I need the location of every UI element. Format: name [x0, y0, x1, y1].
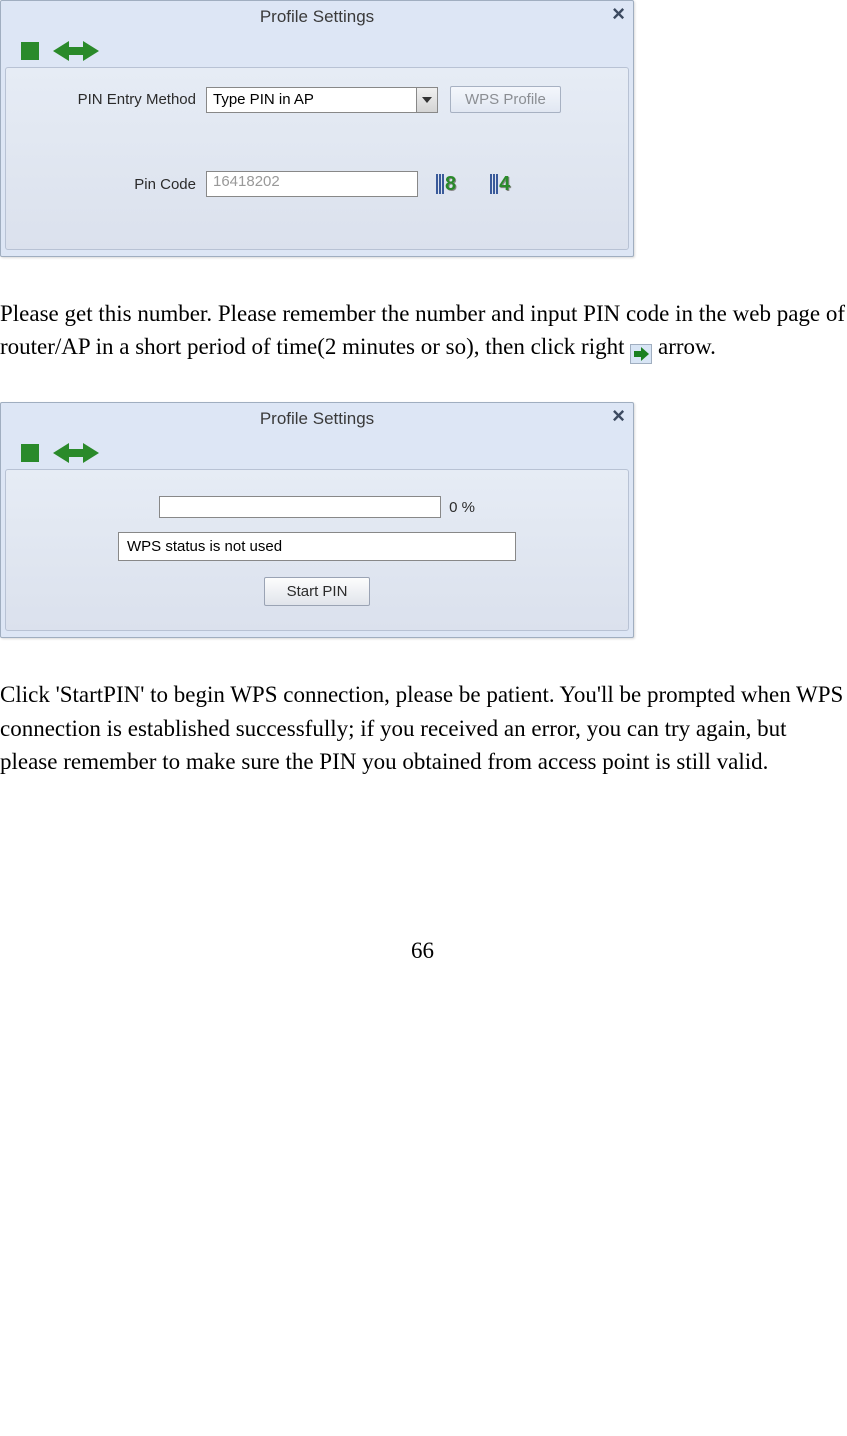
- progress-row: 0 %: [16, 496, 618, 518]
- wps-status-text: WPS status is not used: [118, 532, 516, 561]
- profile-settings-dialog-1: Profile Settings × PIN Entry Method Type…: [0, 0, 634, 257]
- stop-icon[interactable]: [21, 444, 39, 462]
- pin-entry-method-value: Type PIN in AP: [207, 88, 416, 112]
- back-arrow-icon[interactable]: [53, 41, 69, 61]
- close-icon[interactable]: ×: [612, 3, 625, 25]
- close-icon[interactable]: ×: [612, 405, 625, 427]
- dialog-title: Profile Settings: [260, 409, 374, 429]
- dialog-body: PIN Entry Method Type PIN in AP WPS Prof…: [5, 67, 629, 250]
- para1-text-b: arrow.: [658, 334, 716, 359]
- instruction-paragraph-2: Click 'StartPIN' to begin WPS connection…: [0, 678, 845, 778]
- forward-arrow-icon[interactable]: [83, 41, 99, 61]
- start-pin-button[interactable]: Start PIN: [264, 577, 371, 606]
- chevron-down-icon[interactable]: [416, 88, 437, 112]
- dialog-title-bar: Profile Settings ×: [1, 1, 633, 33]
- pin-entry-method-label: PIN Entry Method: [16, 91, 200, 108]
- profile-settings-dialog-2: Profile Settings × 0 % WPS status is not…: [0, 402, 634, 638]
- dialog-toolbar: [1, 435, 633, 467]
- pin-code-input[interactable]: 16418202: [206, 171, 418, 197]
- pin-entry-method-combobox[interactable]: Type PIN in AP: [206, 87, 438, 113]
- progress-percent-label: 0 %: [449, 499, 475, 516]
- para1-text-a: Please get this number. Please remember …: [0, 301, 845, 359]
- dialog-title: Profile Settings: [260, 7, 374, 27]
- wps-profile-button[interactable]: WPS Profile: [450, 86, 561, 113]
- renew-pin-4-icon[interactable]: 4: [490, 173, 510, 196]
- back-arrow-icon[interactable]: [53, 443, 69, 463]
- pin-code-label: Pin Code: [16, 176, 200, 193]
- forward-arrow-icon[interactable]: [83, 443, 99, 463]
- right-arrow-icon: [630, 344, 652, 364]
- dialog-title-bar: Profile Settings ×: [1, 403, 633, 435]
- pin-entry-method-row: PIN Entry Method Type PIN in AP WPS Prof…: [16, 86, 618, 113]
- renew-pin-8-icon[interactable]: 8: [436, 173, 456, 196]
- progress-bar: [159, 496, 441, 518]
- pin-code-row: Pin Code 16418202 8 4: [16, 171, 618, 197]
- dialog-body: 0 % WPS status is not used Start PIN: [5, 469, 629, 631]
- page-number: 66: [0, 938, 845, 964]
- stop-icon[interactable]: [21, 42, 39, 60]
- instruction-paragraph-1: Please get this number. Please remember …: [0, 297, 845, 364]
- dialog-toolbar: [1, 33, 633, 65]
